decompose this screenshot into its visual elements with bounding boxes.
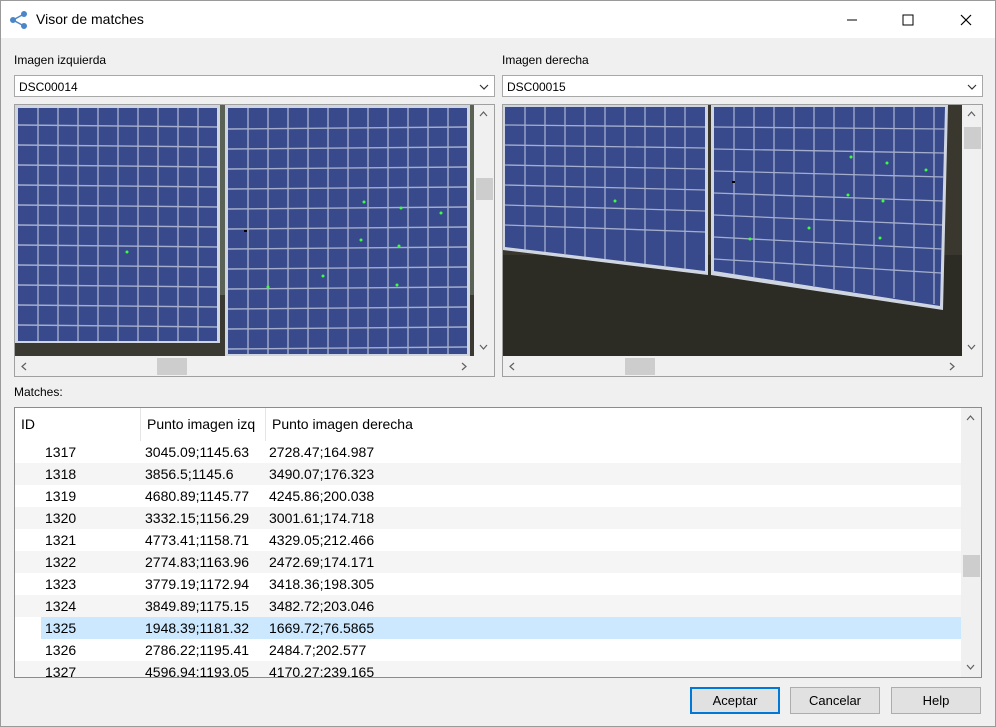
- left-image-canvas[interactable]: [15, 105, 474, 356]
- cell-left-point: 3849.89;1175.15: [145, 598, 250, 614]
- right-vertical-scrollbar[interactable]: [962, 105, 982, 356]
- scroll-right-icon[interactable]: [455, 358, 472, 375]
- cell-id: 1324: [45, 598, 77, 614]
- scroll-down-icon[interactable]: [963, 338, 980, 355]
- cell-left-point: 2786.22;1195.41: [145, 642, 250, 658]
- table-row-selected[interactable]: 1325 1948.39;1181.32 1669.72;76.5865: [15, 617, 961, 639]
- cell-left-point: 3856.5;1145.6: [145, 466, 234, 482]
- table-row[interactable]: 1323 3779.19;1172.94 3418.36;198.305: [15, 573, 961, 595]
- scroll-up-icon[interactable]: [963, 106, 980, 123]
- left-horizontal-scrollbar[interactable]: [15, 356, 474, 376]
- close-icon: [960, 14, 972, 25]
- table-header: ID Punto imagen izq Punto imagen derecha: [15, 408, 961, 441]
- column-header-right-point[interactable]: Punto imagen derecha: [266, 408, 961, 441]
- right-vertical-scroll-thumb[interactable]: [964, 127, 981, 149]
- cell-left-point: 4596.94;1193.05: [145, 664, 250, 678]
- table-row[interactable]: 1322 2774.83;1163.96 2472.69;174.171: [15, 551, 961, 573]
- scroll-right-icon[interactable]: [943, 358, 960, 375]
- cell-right-point: 2484.7;202.577: [269, 642, 367, 658]
- cell-id: 1326: [45, 642, 77, 658]
- cell-right-point: 3418.36;198.305: [269, 576, 375, 592]
- cell-left-point: 4773.41;1158.71: [145, 532, 250, 548]
- close-button[interactable]: [937, 1, 995, 38]
- cell-id: 1320: [45, 510, 77, 526]
- cell-id: 1317: [45, 444, 77, 460]
- chevron-down-icon: [479, 84, 489, 90]
- cancel-button[interactable]: Cancelar: [790, 687, 880, 714]
- maximize-button[interactable]: [879, 1, 937, 38]
- table-scroll-thumb[interactable]: [963, 555, 980, 577]
- left-horizontal-scroll-thumb[interactable]: [157, 358, 187, 375]
- cell-id: 1325: [45, 620, 77, 636]
- cell-right-point: 3490.07;176.323: [269, 466, 375, 482]
- minimize-button[interactable]: [823, 1, 881, 38]
- scroll-left-icon[interactable]: [16, 358, 33, 375]
- cell-left-point: 1948.39;1181.32: [145, 620, 250, 636]
- scroll-down-icon[interactable]: [475, 338, 492, 355]
- table-row[interactable]: 1321 4773.41;1158.71 4329.05;212.466: [15, 529, 961, 551]
- column-header-id[interactable]: ID: [15, 408, 141, 441]
- help-button[interactable]: Help: [891, 687, 981, 714]
- table-row[interactable]: 1327 4596.94;1193.05 4170.27;239.165: [15, 661, 961, 678]
- maximize-icon: [902, 14, 914, 25]
- left-image-label: Imagen izquierda: [14, 53, 107, 67]
- cell-left-point: 4680.89;1145.77: [145, 488, 250, 504]
- cell-right-point: 4329.05;212.466: [269, 532, 375, 548]
- table-row[interactable]: 1318 3856.5;1145.6 3490.07;176.323: [15, 463, 961, 485]
- scroll-down-icon[interactable]: [962, 658, 979, 675]
- cell-id: 1318: [45, 466, 77, 482]
- cell-left-point: 3332.15;1156.29: [145, 510, 250, 526]
- cell-right-point: 2472.69;174.171: [269, 554, 375, 570]
- matches-label: Matches:: [14, 385, 63, 399]
- left-image-select[interactable]: DSC00014: [14, 75, 495, 97]
- cell-right-point: 3001.61;174.718: [269, 510, 375, 526]
- right-horizontal-scroll-thumb[interactable]: [625, 358, 655, 375]
- left-image-viewer[interactable]: [14, 104, 495, 377]
- right-image-select-value: DSC00015: [507, 80, 566, 94]
- window-title: Visor de matches: [36, 11, 144, 27]
- table-row[interactable]: 1320 3332.15;1156.29 3001.61;174.718: [15, 507, 961, 529]
- cell-right-point: 3482.72;203.046: [269, 598, 375, 614]
- right-image-select[interactable]: DSC00015: [502, 75, 983, 97]
- cell-id: 1322: [45, 554, 77, 570]
- cell-right-point: 4170.27;239.165: [269, 664, 375, 678]
- right-horizontal-scrollbar[interactable]: [503, 356, 962, 376]
- left-vertical-scroll-thumb[interactable]: [476, 178, 493, 200]
- right-image-canvas[interactable]: [503, 105, 962, 356]
- title-bar: Visor de matches: [1, 1, 995, 38]
- cell-id: 1321: [45, 532, 77, 548]
- table-row[interactable]: 1324 3849.89;1175.15 3482.72;203.046: [15, 595, 961, 617]
- right-image-label: Imagen derecha: [502, 53, 589, 67]
- cell-right-point: 4245.86;200.038: [269, 488, 375, 504]
- share-nodes-icon: [10, 11, 27, 29]
- left-image-select-value: DSC00014: [19, 80, 78, 94]
- cell-right-point: 1669.72;76.5865: [269, 620, 375, 636]
- chevron-down-icon: [967, 84, 977, 90]
- right-image-viewer[interactable]: [502, 104, 983, 377]
- scroll-up-icon[interactable]: [475, 106, 492, 123]
- cell-left-point: 3045.09;1145.63: [145, 444, 250, 460]
- accept-button[interactable]: Aceptar: [690, 687, 780, 714]
- table-row[interactable]: 1319 4680.89;1145.77 4245.86;200.038: [15, 485, 961, 507]
- cell-id: 1323: [45, 576, 77, 592]
- cell-id: 1319: [45, 488, 77, 504]
- left-vertical-scrollbar[interactable]: [474, 105, 494, 356]
- column-header-left-point[interactable]: Punto imagen izq: [141, 408, 266, 441]
- match-viewer-window: Visor de matches Imagen izquierda DSC000…: [0, 0, 996, 727]
- cell-right-point: 2728.47;164.987: [269, 444, 375, 460]
- matches-table[interactable]: ID Punto imagen izq Punto imagen derecha…: [14, 407, 982, 678]
- table-vertical-scrollbar[interactable]: [961, 408, 981, 677]
- cell-id: 1327: [45, 664, 77, 678]
- cell-left-point: 2774.83;1163.96: [145, 554, 250, 570]
- table-row[interactable]: 1326 2786.22;1195.41 2484.7;202.577: [15, 639, 961, 661]
- scroll-left-icon[interactable]: [504, 358, 521, 375]
- minimize-icon: [847, 19, 857, 20]
- table-row[interactable]: 1317 3045.09;1145.63 2728.47;164.987: [15, 441, 961, 463]
- cell-left-point: 3779.19;1172.94: [145, 576, 250, 592]
- scroll-up-icon[interactable]: [962, 410, 979, 427]
